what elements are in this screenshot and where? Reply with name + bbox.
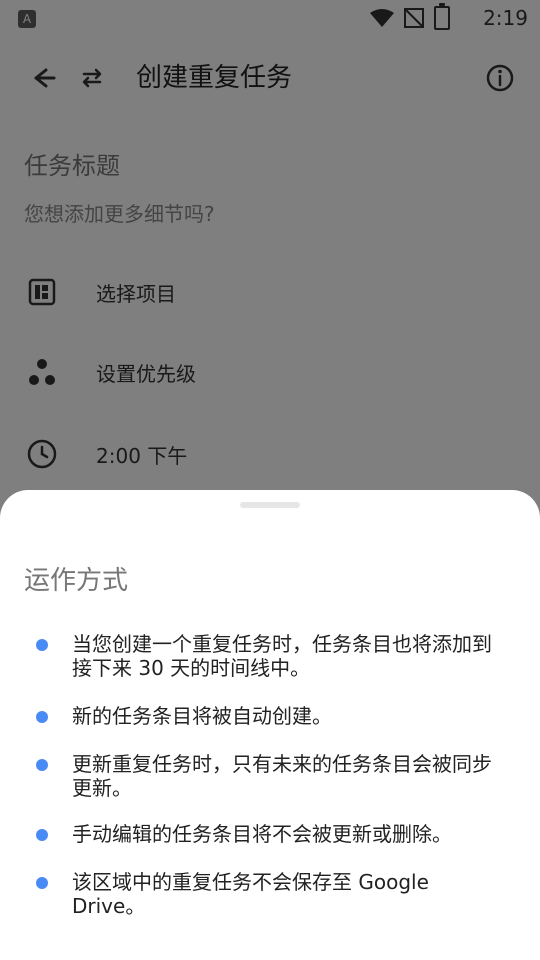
screen: A 2:19 创建重复任务	[0, 0, 540, 960]
bullet-text: 更新重复任务时，只有未来的任务条目会被同步更新。	[72, 752, 492, 800]
bullet-text: 当您创建一个重复任务时，任务条目也将添加到接下来 30 天的时间线中。	[72, 632, 492, 680]
bullet-dot-icon	[36, 759, 48, 771]
bullet-dot-icon	[36, 639, 48, 651]
bullet-text: 手动编辑的任务条目将不会被更新或删除。	[72, 822, 452, 846]
sheet-title: 运作方式	[24, 566, 129, 596]
bullet-text: 该区域中的重复任务不会保存至 Google Drive。	[72, 870, 429, 918]
bullet-dot-icon	[36, 877, 48, 889]
bullet-text: 新的任务条目将被自动创建。	[72, 704, 332, 728]
how-it-works-sheet: 运作方式 当您创建一个重复任务时，任务条目也将添加到接下来 30 天的时间线中。…	[0, 490, 540, 960]
sheet-drag-handle[interactable]	[240, 502, 300, 508]
bullet-dot-icon	[36, 711, 48, 723]
bullet-dot-icon	[36, 829, 48, 841]
